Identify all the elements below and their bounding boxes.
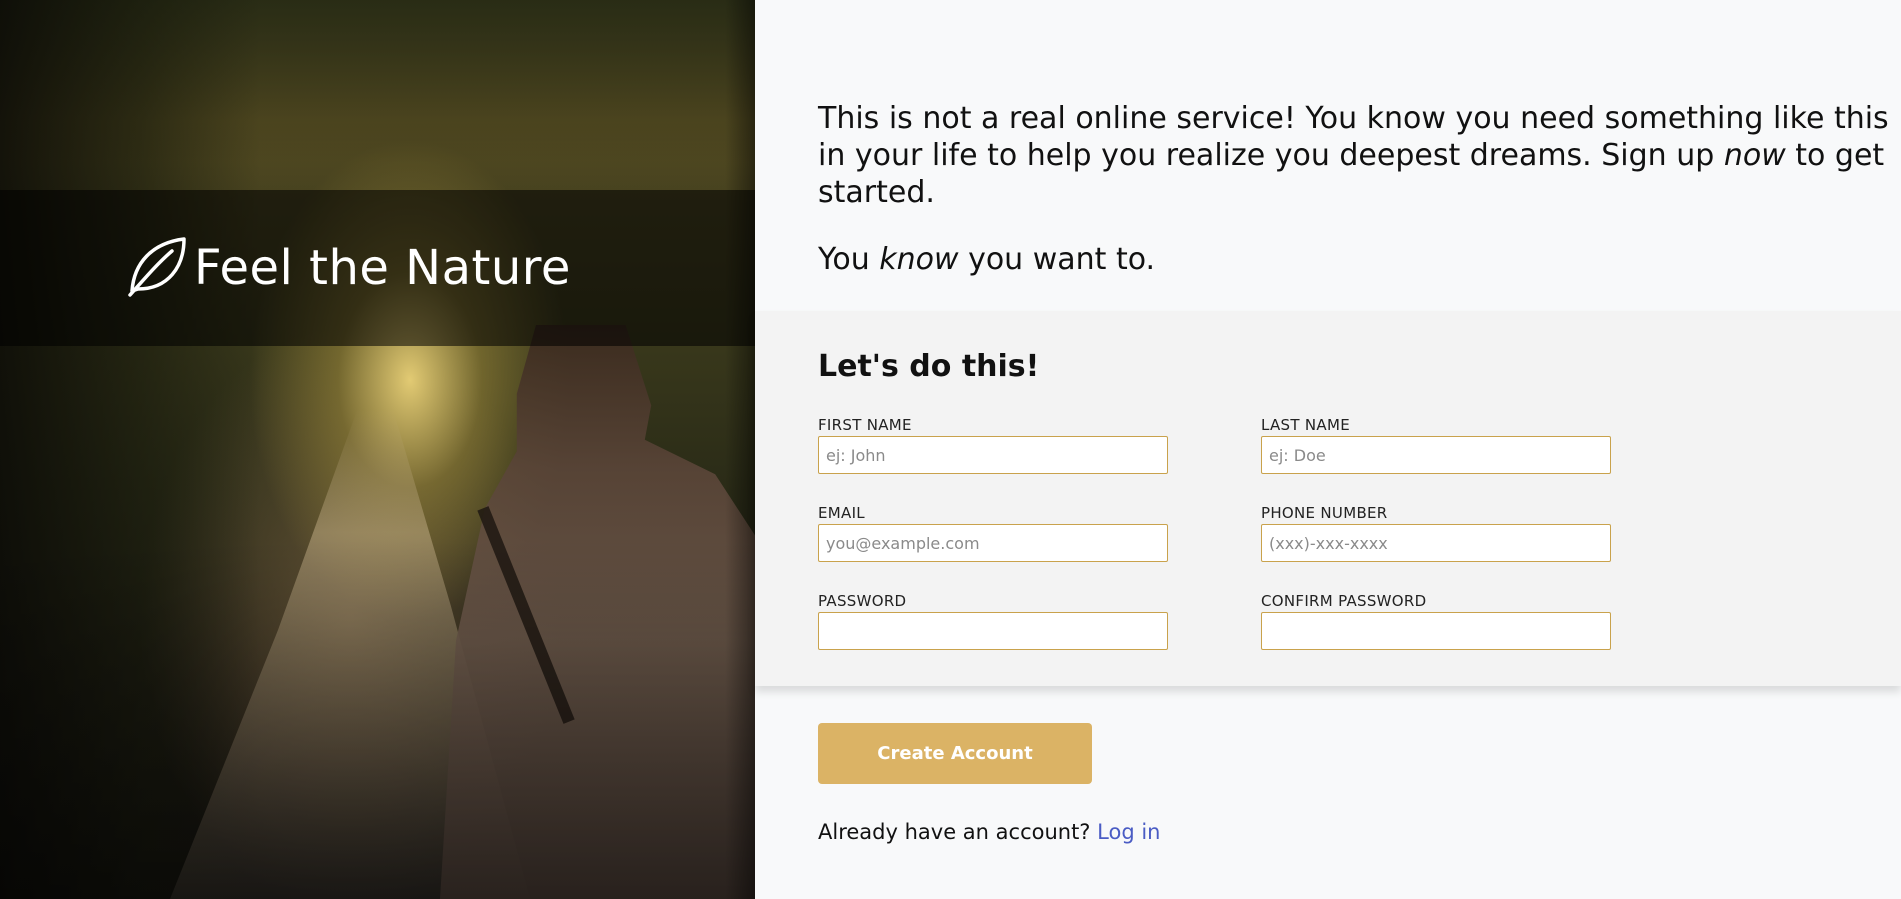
first-name-input[interactable] [818,436,1168,474]
last-name-input[interactable] [1261,436,1611,474]
last-name-group: LAST NAME [1261,416,1611,474]
hero-vignette [0,0,755,899]
hero-edge-shade [725,0,755,899]
email-input[interactable] [818,524,1168,562]
confirm-password-input[interactable] [1261,612,1611,650]
signup-page: Feel the Nature This is not a real onlin… [0,0,1901,899]
brand-name: Feel the Nature [194,240,571,296]
signup-form: Let's do this! FIRST NAME LAST NAME EMAI… [755,311,1901,686]
phone-input[interactable] [1261,524,1611,562]
email-label: EMAIL [818,504,865,522]
confirm-password-label: CONFIRM PASSWORD [1261,592,1427,610]
intro-p2-emphasis: know [879,242,959,277]
phone-group: PHONE NUMBER [1261,504,1611,562]
intro-text: This is not a real online service! You k… [818,100,1901,278]
intro-paragraph-1: This is not a real online service! You k… [818,100,1901,211]
confirm-password-group: CONFIRM PASSWORD [1261,592,1611,650]
form-title: Let's do this! [818,349,1040,384]
password-label: PASSWORD [818,592,907,610]
password-group: PASSWORD [818,592,1168,650]
login-prompt-text: Already have an account? [818,820,1098,844]
intro-p2-text-end: you want to. [958,242,1156,277]
intro-paragraph-2: You know you want to. [818,241,1901,278]
email-group: EMAIL [818,504,1168,562]
leaf-icon [128,237,186,297]
last-name-label: LAST NAME [1261,416,1351,434]
phone-label: PHONE NUMBER [1261,504,1388,522]
brand-banner: Feel the Nature [0,190,755,346]
hero-image: Feel the Nature [0,0,755,899]
login-link[interactable]: Log in [1097,820,1160,844]
intro-p1-emphasis: now [1723,138,1786,173]
first-name-group: FIRST NAME [818,416,1168,474]
first-name-label: FIRST NAME [818,416,912,434]
password-input[interactable] [818,612,1168,650]
create-account-button[interactable]: Create Account [818,723,1092,784]
signup-content: This is not a real online service! You k… [755,0,1901,899]
intro-p2-text: You [818,242,880,277]
login-prompt: Already have an account? Log in [818,820,1160,844]
